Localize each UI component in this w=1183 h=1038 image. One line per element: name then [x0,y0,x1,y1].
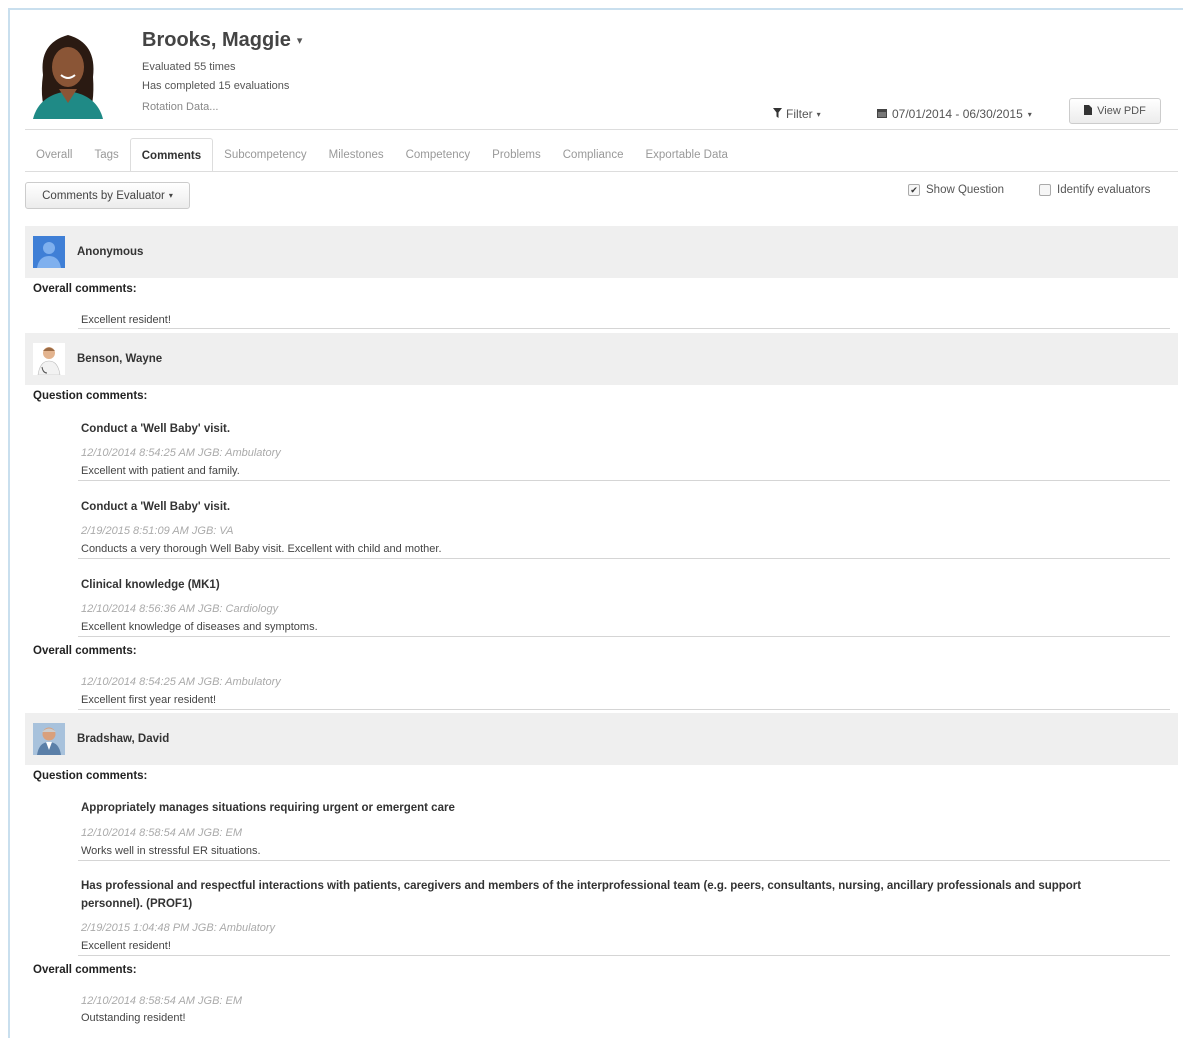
filter-label: Filter [786,107,813,121]
date-range-label: 07/01/2014 - 06/30/2015 [892,107,1023,121]
overall-comments-label: Overall comments: [33,645,137,657]
comment-timestamp: 12/10/2014 8:58:54 AM JGB: EM [81,827,243,839]
comment-timestamp: 12/10/2014 8:58:54 AM JGB: EM [81,995,243,1007]
tab-competency[interactable]: Competency [395,138,482,172]
group-by-label: Comments by Evaluator [42,189,165,202]
comment-text: Conducts a very thorough Well Baby visit… [81,543,442,555]
evaluator-name: Bradshaw, David [77,733,170,745]
evaluator-header: Bradshaw, David [25,713,1178,765]
identify-evaluators-checkbox[interactable] [1039,184,1051,196]
date-range-dropdown[interactable]: 07/01/2014 - 06/30/2015 ▾ [877,107,1032,121]
filter-dropdown[interactable]: Filter ▾ [773,107,821,121]
comment-text: Works well in stressful ER situations. [81,845,261,857]
filter-icon [773,107,782,121]
profile-menu-caret-icon[interactable]: ▾ [297,34,303,47]
comment-timestamp: 12/10/2014 8:56:36 AM JGB: Cardiology [81,603,279,615]
identify-evaluators-toggle[interactable]: Identify evaluators [1039,184,1150,196]
question-comments-label: Question comments: [33,390,148,402]
tab-compliance[interactable]: Compliance [552,138,635,172]
evaluator-avatar [33,343,65,376]
comment-timestamp: 12/10/2014 8:54:25 AM JGB: Ambulatory [81,676,281,688]
comment-divider [78,558,1170,559]
tab-problems[interactable]: Problems [481,138,552,172]
comment-timestamp: 2/19/2015 8:51:09 AM JGB: VA [81,525,234,537]
tab-bar: Overall Tags Comments Subcompetency Mile… [25,138,739,172]
comment-text: Excellent resident! [81,314,171,326]
comment-text: Excellent resident! [81,940,171,952]
question-title: Conduct a 'Well Baby' visit. [81,501,231,513]
overall-comments-label: Overall comments: [33,283,137,295]
view-pdf-label: View PDF [1097,105,1146,117]
question-title: Clinical knowledge (MK1) [81,579,220,591]
view-pdf-button[interactable]: View PDF [1069,98,1161,124]
comment-text: Excellent with patient and family. [81,465,240,477]
file-icon [1084,104,1093,118]
tab-overall[interactable]: Overall [25,138,83,172]
caret-down-icon: ▾ [1027,109,1032,119]
identify-evaluators-label: Identify evaluators [1057,184,1151,196]
question-comments-label: Question comments: [33,770,148,782]
comment-text: Excellent knowledge of diseases and symp… [81,621,318,633]
caret-down-icon: ▾ [168,191,173,200]
comment-timestamp: 2/19/2015 1:04:48 PM JGB: Ambulatory [81,922,276,934]
comments-by-evaluator-dropdown[interactable]: Comments by Evaluator ▾ [25,182,190,209]
show-question-label: Show Question [926,184,1004,196]
comment-divider [78,955,1170,956]
profile-avatar [25,25,111,119]
show-question-checkbox[interactable]: ✔ [908,184,920,196]
evaluator-header: Anonymous [25,226,1178,278]
tab-milestones[interactable]: Milestones [318,138,395,172]
question-title: Conduct a 'Well Baby' visit. [81,423,231,435]
completed-count: Has completed 15 evaluations [142,80,290,92]
evaluator-name: Benson, Wayne [77,353,163,365]
evaluator-avatar [33,723,65,755]
profile-name[interactable]: Brooks, Maggie [142,29,291,52]
comment-text: Excellent first year resident! [81,694,217,706]
header-divider [25,129,1178,130]
evaluator-avatar [33,236,65,268]
tabs-divider [25,171,1178,172]
overall-comments-label: Overall comments: [33,964,137,976]
comment-divider [78,480,1170,481]
tab-subcompetency[interactable]: Subcompetency [213,138,317,172]
caret-down-icon: ▾ [816,109,821,119]
evaluator-header: Benson, Wayne [25,333,1178,385]
tab-comments[interactable]: Comments [129,138,214,172]
comment-timestamp: 12/10/2014 8:54:25 AM JGB: Ambulatory [81,447,281,459]
comment-divider [78,636,1170,637]
evaluator-name: Anonymous [77,246,144,258]
comment-divider [78,860,1170,861]
question-title: Appropriately manages situations requiri… [81,802,455,814]
comment-divider [78,328,1170,329]
comment-divider [78,709,1170,710]
calendar-icon [877,107,887,121]
tab-tags[interactable]: Tags [83,138,129,172]
question-title: Has professional and respectful interact… [81,880,1082,910]
tab-exportable-data[interactable]: Exportable Data [634,138,738,172]
rotation-data-link[interactable]: Rotation Data... [142,101,218,113]
evaluated-count: Evaluated 55 times [142,61,236,73]
comment-text: Outstanding resident! [81,1012,186,1024]
show-question-toggle[interactable]: ✔ Show Question [908,184,1004,196]
